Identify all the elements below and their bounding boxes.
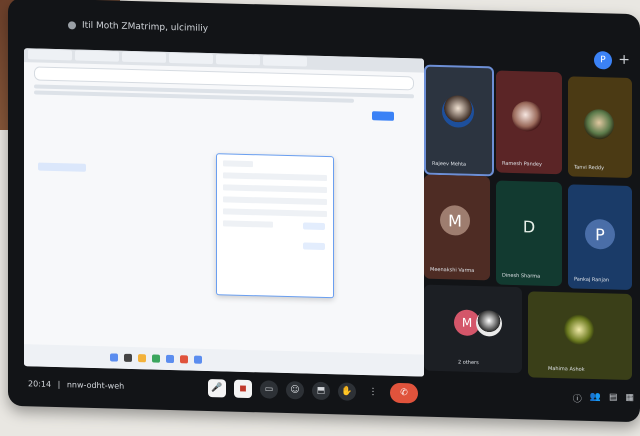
participant-tile[interactable]: D Dinesh Sharma xyxy=(496,180,562,287)
browser-tab[interactable] xyxy=(28,49,72,61)
folder-icon[interactable] xyxy=(138,354,146,363)
browser-tab[interactable] xyxy=(169,52,213,65)
activities-icon[interactable]: ▦ xyxy=(625,392,634,405)
app-icon[interactable] xyxy=(180,355,188,364)
participant-photo xyxy=(584,108,614,140)
participant-avatar: M xyxy=(440,205,470,236)
participant-name: 2 others xyxy=(458,359,479,367)
info-icon[interactable]: ⓘ xyxy=(573,391,582,404)
participant-photo xyxy=(512,100,542,132)
meeting-time: 20:14 xyxy=(28,378,52,389)
more-icon[interactable]: ⋮ xyxy=(364,383,382,401)
user-avatar[interactable]: P xyxy=(594,51,612,70)
participant-tile[interactable]: Ramesh Pandey xyxy=(496,70,562,175)
browser-tab[interactable] xyxy=(216,54,260,66)
participant-avatar: D xyxy=(522,216,536,237)
dialog-field[interactable] xyxy=(223,184,327,194)
participant-name: Mahima Ashok xyxy=(548,365,585,373)
participant-tile[interactable]: Mahima Ashok xyxy=(528,291,632,381)
dialog-field[interactable] xyxy=(223,208,327,218)
participant-photo xyxy=(564,314,594,346)
dialog-field[interactable] xyxy=(223,172,327,182)
participant-name: Ramesh Pandey xyxy=(502,160,542,168)
dialog-button[interactable] xyxy=(303,222,325,231)
captions-icon[interactable]: ▭ xyxy=(260,380,278,399)
settings-dialog xyxy=(216,153,334,299)
dialog-field[interactable] xyxy=(223,196,327,206)
participant-name: Rajeev Mehta xyxy=(432,160,467,168)
app-icon[interactable] xyxy=(110,353,118,362)
separator: | xyxy=(57,379,61,389)
chat-icon[interactable]: ▤ xyxy=(609,392,618,405)
leave-call-icon[interactable]: ✆ xyxy=(390,382,418,404)
share-button[interactable] xyxy=(372,111,394,121)
sidebar-selected-item[interactable] xyxy=(38,162,86,172)
app-icon[interactable] xyxy=(194,355,202,364)
window-titlebar: Itil Moth ZMatrimp, ulcimiliy xyxy=(68,13,610,51)
browser-tab[interactable] xyxy=(122,51,166,63)
participant-tile[interactable]: M Meenakshi Varma xyxy=(424,174,490,281)
camera-off-icon[interactable]: ◼ xyxy=(234,379,252,399)
add-icon[interactable]: + xyxy=(618,52,630,68)
dialog-field[interactable] xyxy=(223,220,273,228)
participant-name: Meenakshi Varma xyxy=(430,266,475,274)
browser-icon[interactable] xyxy=(166,354,174,364)
participant-name: Dinesh Sharma xyxy=(502,272,541,280)
people-icon[interactable]: 👥 xyxy=(590,391,601,404)
app-icon[interactable] xyxy=(124,353,132,362)
dialog-button[interactable] xyxy=(303,242,325,251)
participant-name: Pankaj Ranjan xyxy=(574,276,610,284)
app-icon[interactable] xyxy=(152,354,160,363)
browser-tab[interactable] xyxy=(75,50,119,62)
present-icon[interactable]: ⬒ xyxy=(312,381,330,401)
participant-photo xyxy=(442,95,474,128)
dialog-heading xyxy=(223,160,253,168)
participant-tile[interactable]: P Pankaj Ranjan xyxy=(568,184,632,291)
emoji-icon[interactable]: ☺ xyxy=(286,381,304,400)
window-title: Itil Moth ZMatrimp, ulcimiliy xyxy=(82,20,209,34)
participant-avatar: P xyxy=(585,218,615,250)
participant-tile[interactable]: M 2 others xyxy=(424,284,522,374)
monitor: Itil Moth ZMatrimp, ulcimiliy P + Rajeev… xyxy=(8,0,640,423)
app-icon xyxy=(68,21,76,30)
participant-photo xyxy=(476,309,502,337)
browser-tab[interactable] xyxy=(263,55,307,67)
participant-tile[interactable]: Tanvi Reddy xyxy=(568,76,632,179)
side-controls: ⓘ 👥 ▤ ▦ xyxy=(573,391,640,406)
participant-tile[interactable]: Rajeev Mehta xyxy=(424,64,494,177)
presented-screen xyxy=(24,48,424,377)
raise-hand-icon[interactable]: ✋ xyxy=(338,382,356,401)
meeting-info: 20:14 | nnw-odht-weh xyxy=(24,379,208,393)
participant-name: Tanvi Reddy xyxy=(574,164,605,172)
mic-off-icon[interactable]: 🎤 xyxy=(208,378,226,398)
meeting-code: nnw-odht-weh xyxy=(66,379,125,391)
